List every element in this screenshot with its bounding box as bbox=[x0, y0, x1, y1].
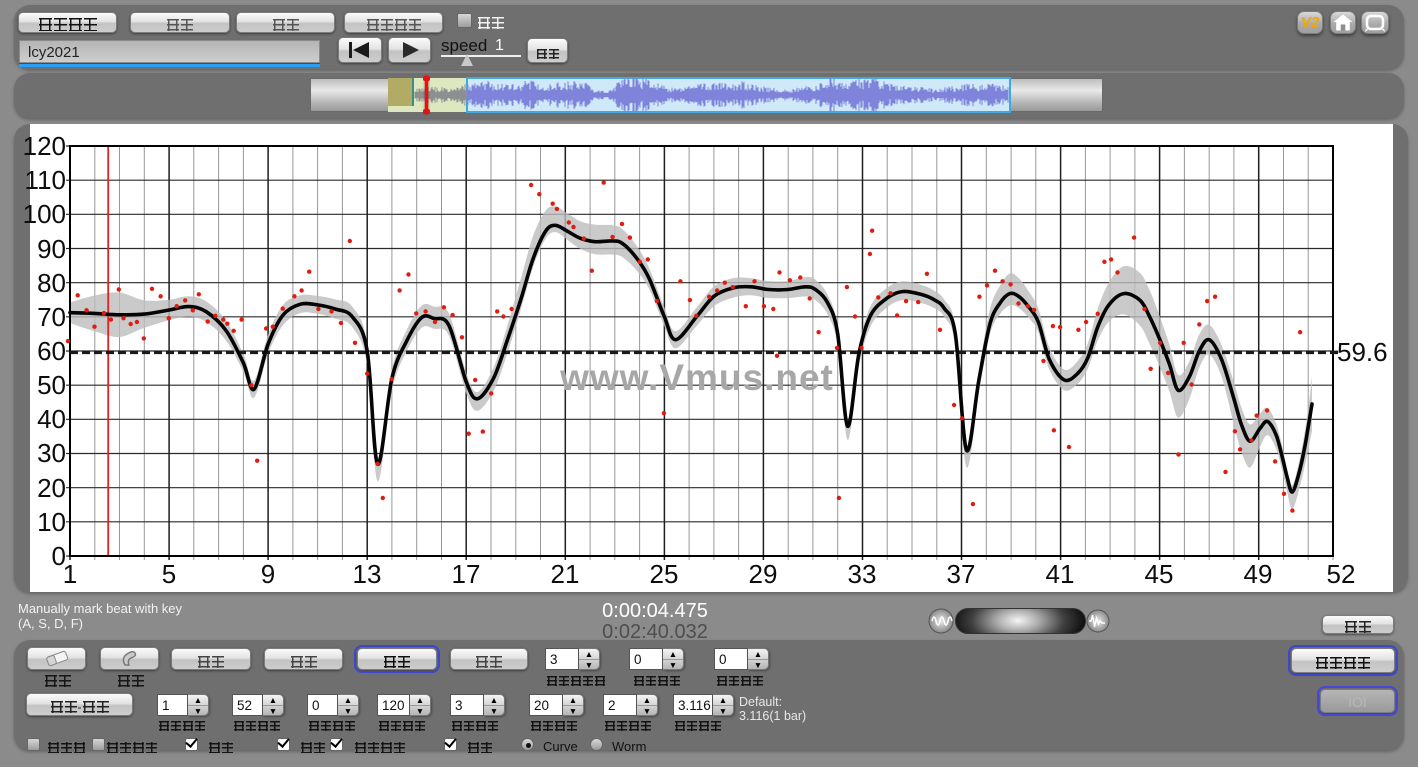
svg-text:29: 29 bbox=[749, 559, 778, 589]
svg-text:21: 21 bbox=[551, 559, 580, 589]
svg-text:5: 5 bbox=[162, 559, 176, 589]
svg-text:90: 90 bbox=[37, 234, 66, 264]
svg-text:www.Vmus.net: www.Vmus.net bbox=[559, 357, 834, 398]
svg-text:49: 49 bbox=[1244, 559, 1273, 589]
svg-text:80: 80 bbox=[37, 268, 66, 298]
svg-text:1: 1 bbox=[63, 559, 77, 589]
svg-text:41: 41 bbox=[1046, 559, 1075, 589]
svg-text:110: 110 bbox=[25, 165, 66, 195]
svg-text:9: 9 bbox=[261, 559, 275, 589]
svg-text:25: 25 bbox=[650, 559, 679, 589]
svg-text:100: 100 bbox=[23, 199, 66, 229]
svg-text:70: 70 bbox=[37, 302, 66, 332]
svg-text:50: 50 bbox=[37, 370, 66, 400]
svg-text:52: 52 bbox=[1327, 559, 1356, 589]
svg-text:60: 60 bbox=[37, 336, 66, 366]
svg-text:120: 120 bbox=[23, 131, 66, 161]
svg-text:30: 30 bbox=[37, 438, 66, 468]
svg-text:10: 10 bbox=[37, 507, 66, 537]
svg-text:37: 37 bbox=[947, 559, 976, 589]
svg-text:40: 40 bbox=[37, 404, 66, 434]
svg-text:45: 45 bbox=[1145, 559, 1174, 589]
svg-text:13: 13 bbox=[353, 559, 382, 589]
svg-text:59.6: 59.6 bbox=[1337, 337, 1388, 367]
svg-text:33: 33 bbox=[848, 559, 877, 589]
svg-text:20: 20 bbox=[37, 473, 66, 503]
svg-text:17: 17 bbox=[452, 559, 481, 589]
